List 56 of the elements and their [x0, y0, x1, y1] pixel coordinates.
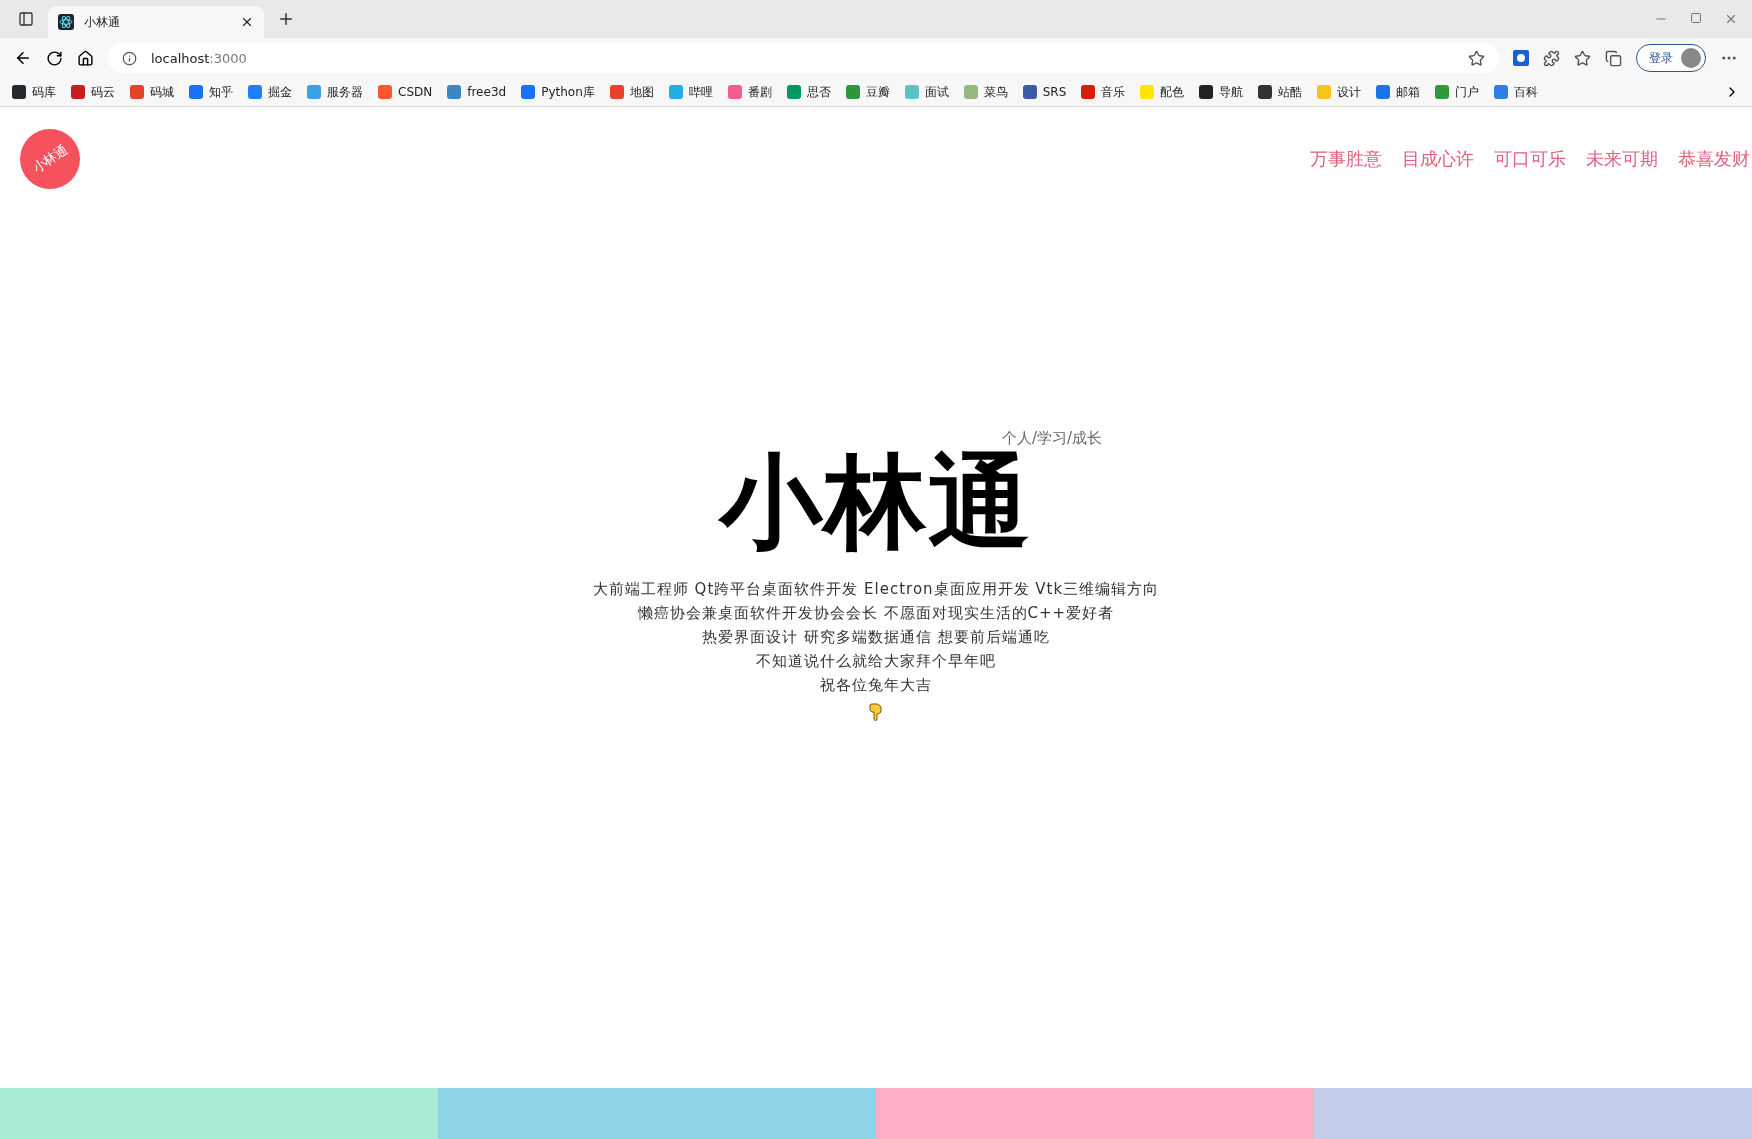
browser-tab[interactable]: 小林通: [48, 6, 264, 38]
extensions-icon[interactable]: [1543, 49, 1560, 67]
nav-link[interactable]: 未来可期: [1586, 147, 1658, 171]
intro-line: 祝各位兔年大吉: [820, 675, 932, 697]
bookmark[interactable]: 音乐: [1081, 83, 1126, 101]
shield-icon[interactable]: [1513, 50, 1529, 66]
tab-title: 小林通: [84, 13, 121, 31]
bookmark[interactable]: 地图: [609, 83, 654, 101]
reload-icon[interactable]: [46, 49, 63, 67]
intro-line: 不知道说什么就给大家拜个早年吧: [756, 651, 996, 673]
bookmark[interactable]: 思否: [786, 83, 831, 101]
address-host: localhost: [151, 50, 210, 66]
bookmark[interactable]: 百科: [1494, 83, 1539, 101]
tagline: 个人/学习/成长: [1001, 429, 1102, 448]
nav-link[interactable]: 万事胜意: [1310, 147, 1382, 171]
home-icon[interactable]: [77, 49, 94, 67]
bookmark[interactable]: 码云: [71, 83, 115, 101]
avatar: [1681, 48, 1701, 68]
bookmark[interactable]: 门户: [1435, 83, 1480, 101]
bookmark[interactable]: Python库: [521, 83, 595, 101]
bookmark[interactable]: 哔哩: [668, 83, 713, 101]
intro-line: 热爱界面设计 研究多端数据通信 想要前后端通吃: [702, 627, 1050, 649]
nav-link[interactable]: 目成心许: [1402, 147, 1474, 171]
info-icon[interactable]: [122, 50, 137, 66]
back-icon[interactable]: [14, 49, 32, 67]
bookmark[interactable]: SRS: [1022, 85, 1067, 99]
react-logo-icon: [58, 14, 74, 30]
favorite-star-icon[interactable]: [1468, 49, 1485, 67]
bookmark[interactable]: 码库: [12, 83, 56, 101]
bookmark[interactable]: 设计: [1317, 83, 1362, 101]
address-field[interactable]: localhost:3000: [108, 43, 1499, 73]
bookmark[interactable]: 邮箱: [1376, 83, 1421, 101]
hero-title: 小林通: [720, 448, 1032, 556]
bookmark[interactable]: 菜鸟: [963, 83, 1008, 101]
bookmark[interactable]: 配色: [1140, 83, 1185, 101]
nav-link[interactable]: 恭喜发财: [1678, 147, 1750, 171]
bookmark[interactable]: 番剧: [727, 83, 772, 101]
close-icon[interactable]: [240, 15, 254, 29]
bookmark[interactable]: 导航: [1199, 83, 1244, 101]
profile-button[interactable]: 登录: [1636, 44, 1706, 72]
bookmark[interactable]: 站酷: [1258, 83, 1303, 101]
maximize-icon[interactable]: [1690, 12, 1702, 24]
collections-icon[interactable]: [1605, 49, 1622, 67]
favorites-icon[interactable]: [1574, 49, 1591, 67]
nav-link[interactable]: 可口可乐: [1494, 147, 1566, 171]
bookmark[interactable]: free3d: [447, 85, 507, 99]
bookmark[interactable]: 服务器: [307, 83, 363, 101]
bookmark[interactable]: 面试: [904, 83, 949, 101]
bookmark[interactable]: 豆瓣: [845, 83, 890, 101]
bookmark[interactable]: 知乎: [189, 83, 233, 101]
intro-line: 懒癌协会兼桌面软件开发协会会长 不愿面对现实生活的C++爱好者: [637, 603, 1115, 625]
bookmark[interactable]: 掘金: [248, 83, 292, 101]
bookmark[interactable]: CSDN: [378, 85, 433, 99]
bookmark[interactable]: 码城: [130, 83, 174, 101]
intro-line: 大前端工程师 Qt跨平台桌面软件开发 Electron桌面应用开发 Vtk三维编辑方向: [592, 579, 1160, 601]
address-port: :3000: [209, 50, 247, 66]
